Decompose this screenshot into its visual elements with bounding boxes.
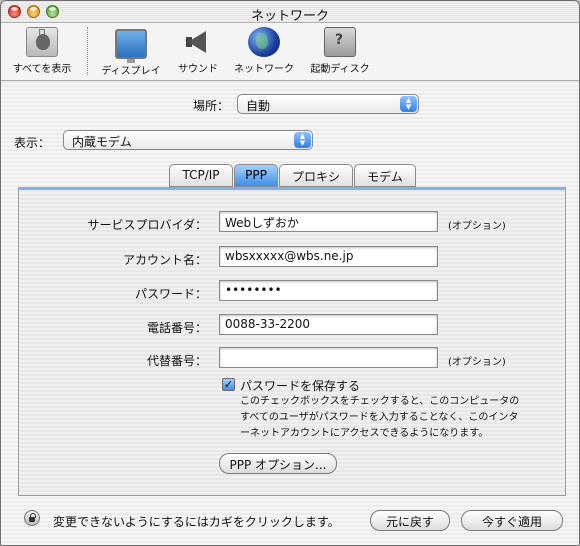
password-label: パスワード： — [134, 287, 207, 301]
phone-number-field[interactable]: 0088-33-2200 — [219, 314, 438, 335]
ppp-options-button[interactable]: PPP オプション... — [219, 453, 337, 474]
ppp-panel — [18, 187, 566, 496]
save-password-description-line-1: このチェックボックスをチェックすると、このコンピュータの — [240, 396, 520, 407]
show-all-icon — [26, 27, 58, 57]
tab-modem[interactable]: モデム — [354, 164, 416, 187]
service-provider-field[interactable]: Webしずおか — [219, 211, 438, 232]
location-value: 自動 — [246, 99, 271, 113]
show-label: 表示： — [14, 136, 51, 150]
toolbar-show-all[interactable]: すべてを表示 — [7, 27, 77, 75]
show-popup[interactable]: 内蔵モデム ▲ ▼ — [63, 130, 313, 150]
toolbar-sound[interactable]: サウンド — [173, 27, 223, 75]
service-provider-label: サービスプロバイダ： — [87, 218, 207, 232]
service-provider-optional-note: (オプション) — [448, 221, 506, 232]
lock-instruction-text: 変更できないようにするにはカギをクリックします。 — [53, 515, 340, 529]
toolbar-network-label: ネットワーク — [234, 64, 294, 75]
tab-proxy[interactable]: プロキシ — [279, 164, 353, 187]
alternate-number-label: 代替番号： — [146, 354, 207, 368]
account-name-field[interactable]: wbsxxxxx@wbs.ne.jp — [219, 246, 438, 267]
account-name-label: アカウント名： — [122, 253, 207, 267]
popup-arrows-icon: ▲ ▼ — [400, 96, 417, 112]
toolbar-display[interactable]: ディスプレイ — [97, 27, 165, 77]
toolbar-startup-disk-label: 起動ディスク — [310, 64, 370, 75]
save-password-checkbox[interactable]: ✓ — [222, 378, 235, 391]
show-value: 内蔵モデム — [72, 135, 132, 149]
save-password-description-line-3: ーネットアカウントにアクセスできるようになります。 — [240, 428, 489, 439]
location-popup[interactable]: 自動 ▲ ▼ — [237, 94, 419, 114]
sound-icon — [182, 27, 214, 57]
startup-disk-icon — [324, 27, 356, 57]
save-password-description-line-2: すべてのユーザがパスワードを入力することなく、このインタ — [240, 412, 519, 423]
toolbar: すべてを表示 ディスプレイ サウンド ネットワーク 起動ディスク — [1, 23, 579, 81]
window-title: ネットワーク — [250, 9, 329, 24]
network-globe-icon — [248, 27, 280, 57]
toolbar-display-label: ディスプレイ — [101, 66, 161, 77]
revert-button[interactable]: 元に戻す — [370, 510, 450, 531]
location-label: 場所： — [193, 99, 230, 113]
phone-number-label: 電話番号： — [146, 321, 207, 335]
toolbar-startup-disk[interactable]: 起動ディスク — [305, 27, 375, 75]
tab-ppp[interactable]: PPP — [234, 164, 278, 187]
toolbar-network[interactable]: ネットワーク — [229, 27, 299, 75]
password-field[interactable]: •••••••• — [219, 280, 438, 301]
network-preferences-window: ネットワーク すべてを表示 ディスプレイ サウンド ネットワーク 起動ディスク … — [0, 0, 580, 546]
alternate-number-optional-note: (オプション) — [448, 357, 506, 368]
popup-arrows-icon: ▲ ▼ — [294, 132, 311, 148]
display-icon — [115, 29, 147, 63]
save-password-label[interactable]: パスワードを保存する — [240, 377, 360, 394]
apply-now-button[interactable]: 今すぐ適用 — [461, 510, 563, 531]
alternate-number-field[interactable] — [219, 347, 438, 368]
toolbar-separator — [87, 27, 88, 75]
toolbar-show-all-label: すべてを表示 — [12, 64, 72, 75]
tab-tcp-ip[interactable]: TCP/IP — [169, 164, 233, 187]
lock-icon[interactable] — [24, 510, 40, 526]
title-bar[interactable]: ネットワーク — [1, 1, 579, 24]
toolbar-sound-label: サウンド — [178, 64, 218, 75]
